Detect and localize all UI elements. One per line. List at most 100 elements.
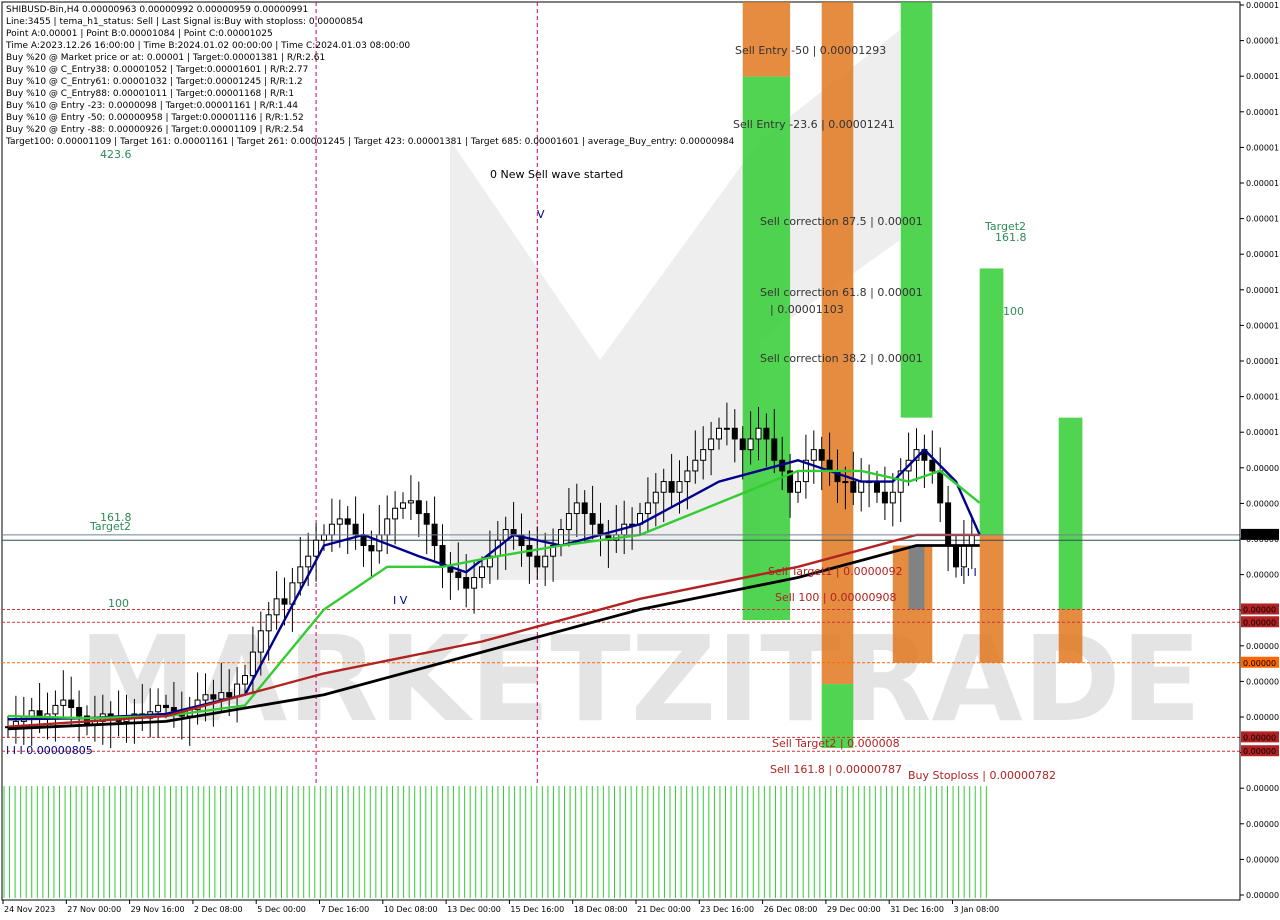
y-tick-label: 0.00000 [1246,713,1279,722]
candle-body [565,513,572,531]
x-tick-label: 29 Dec 00:00 [827,905,881,914]
candle-body [210,694,217,700]
candle-body [297,566,304,584]
candle-body [392,507,399,520]
candle-body [747,438,754,451]
y-tick-label: 0.00000 [1246,499,1279,508]
candle-body [818,449,825,461]
candle-body [455,571,462,579]
y-tick-label: 0.00001 [1246,321,1279,330]
candle-body [795,481,801,493]
x-tick-label: 24 Nov 2023 [4,905,55,914]
y-tick-label: 0.00001 [1246,1,1279,10]
price-badge-label-4: 0.00000 [1243,733,1276,742]
chart-annotation: Sell correction 38.2 | 0.00001 [760,352,923,365]
chart-annotation: Target2 [89,520,131,533]
x-tick-label: 10 Dec 08:00 [384,905,438,914]
candle-body [463,577,470,589]
x-tick-label: 5 Dec 00:00 [257,905,306,914]
candle-body [960,545,967,568]
y-tick-label: 0.00001 [1246,428,1279,437]
info-line: Buy %10 @ Entry -50: 0.00000958 | Target… [6,113,304,123]
zone-band-9 [1058,417,1083,610]
zone-band-7 [979,268,1004,535]
y-tick-label: 0.00001 [1246,179,1279,188]
candle-body [281,598,288,605]
info-line: Buy %10 @ C_Entry61: 0.00001032 | Target… [6,77,303,87]
chart-annotation: 100 [1003,305,1024,318]
x-tick-label: 2 Dec 08:00 [194,905,243,914]
candle-body [968,534,975,547]
candle-body [763,427,770,440]
candle-body [155,704,162,713]
candle-body [889,491,896,504]
y-tick-label: 0.00001 [1246,72,1279,81]
candle-body [881,491,888,504]
info-line: Point A:0.00001 | Point B:0.00001084 | P… [6,29,273,39]
info-line: Buy %10 @ C_Entry38: 0.00001052 | Target… [6,65,308,75]
candle-body [692,459,699,472]
y-tick-label: 0.00001 [1246,286,1279,295]
candle-body [305,555,312,568]
y-tick-label: 0.00000 [1246,677,1279,686]
price-badge-label-0: 0.00000 [1243,531,1276,540]
candle-body [479,566,485,579]
candle-body [202,694,209,701]
candle-body [344,518,351,525]
x-tick-label: 27 Nov 00:00 [67,905,121,914]
candle-body [810,449,817,461]
candle-body [415,500,422,515]
info-line: Target100: 0.00001109 | Target 161: 0.00… [5,137,735,147]
candle-body [937,470,944,504]
candle-body [368,545,375,552]
candle-body [945,502,952,547]
y-tick-label: 0.00000 [1246,855,1279,864]
candle-body [407,500,414,504]
x-tick-label: 21 Dec 00:00 [637,905,691,914]
candle-body [589,513,596,525]
info-line: Buy %20 @ Entry -88: 0.00000926 | Target… [6,125,304,135]
candle-body [842,481,849,484]
chart-svg: MARKETZITRADE0.000010.000010.000010.0000… [0,0,1280,920]
candle-body [953,545,959,568]
zone-band-1 [742,76,791,621]
y-tick-label: 0.00000 [1246,820,1279,829]
zone-band-10 [1058,609,1083,663]
chart-annotation: Sell 100 | 0.00000908 [775,591,897,604]
candle-body [400,502,406,509]
candle-body [163,704,169,709]
price-badge-label-3: 0.00000 [1243,659,1276,668]
x-tick-label: 13 Dec 00:00 [447,905,501,914]
candle-body [700,449,707,461]
candle-body [218,692,225,700]
chart-annotation: Sell Target1 | 0.0000092 [768,565,903,578]
candle-body [668,481,675,493]
y-tick-label: 0.00000 [1246,571,1279,580]
chart-annotation: I I I [960,566,977,579]
chart-annotation: I V [393,594,408,607]
candle-body [858,481,865,493]
y-tick-label: 0.00000 [1246,642,1279,651]
y-tick-label: 0.00001 [1246,37,1279,46]
candle-body [731,427,738,440]
chart-annotation: 0 New Sell wave started [490,168,623,181]
y-tick-label: 0.00000 [1246,891,1279,900]
chart-annotation: Buy Stoploss | 0.00000782 [908,769,1056,782]
chart-root: MARKETZITRADE 0.00001 0.00001 0.00001 0.0000… [0,0,1280,920]
candle-body [257,630,264,653]
x-tick-label: 7 Dec 16:00 [321,905,370,914]
x-tick-label: 26 Dec 08:00 [764,905,818,914]
chart-annotation: Sell correction 87.5 | 0.00001 [760,215,923,228]
price-badge-label-2: 0.00000 [1243,618,1276,627]
zone-band-0 [742,2,791,77]
candle-body [850,481,857,493]
y-tick-label: 0.00001 [1246,393,1279,402]
zone-band-8 [979,534,1004,663]
chart-annotation: 161.8 [995,231,1027,244]
candle-body [249,651,256,677]
zone-band-2 [821,2,854,685]
candle-body [874,481,880,493]
info-line: Buy %10 @ C_Entry88: 0.00001011 | Target… [6,89,294,99]
candle-body [265,614,272,632]
candle-body [573,502,580,515]
